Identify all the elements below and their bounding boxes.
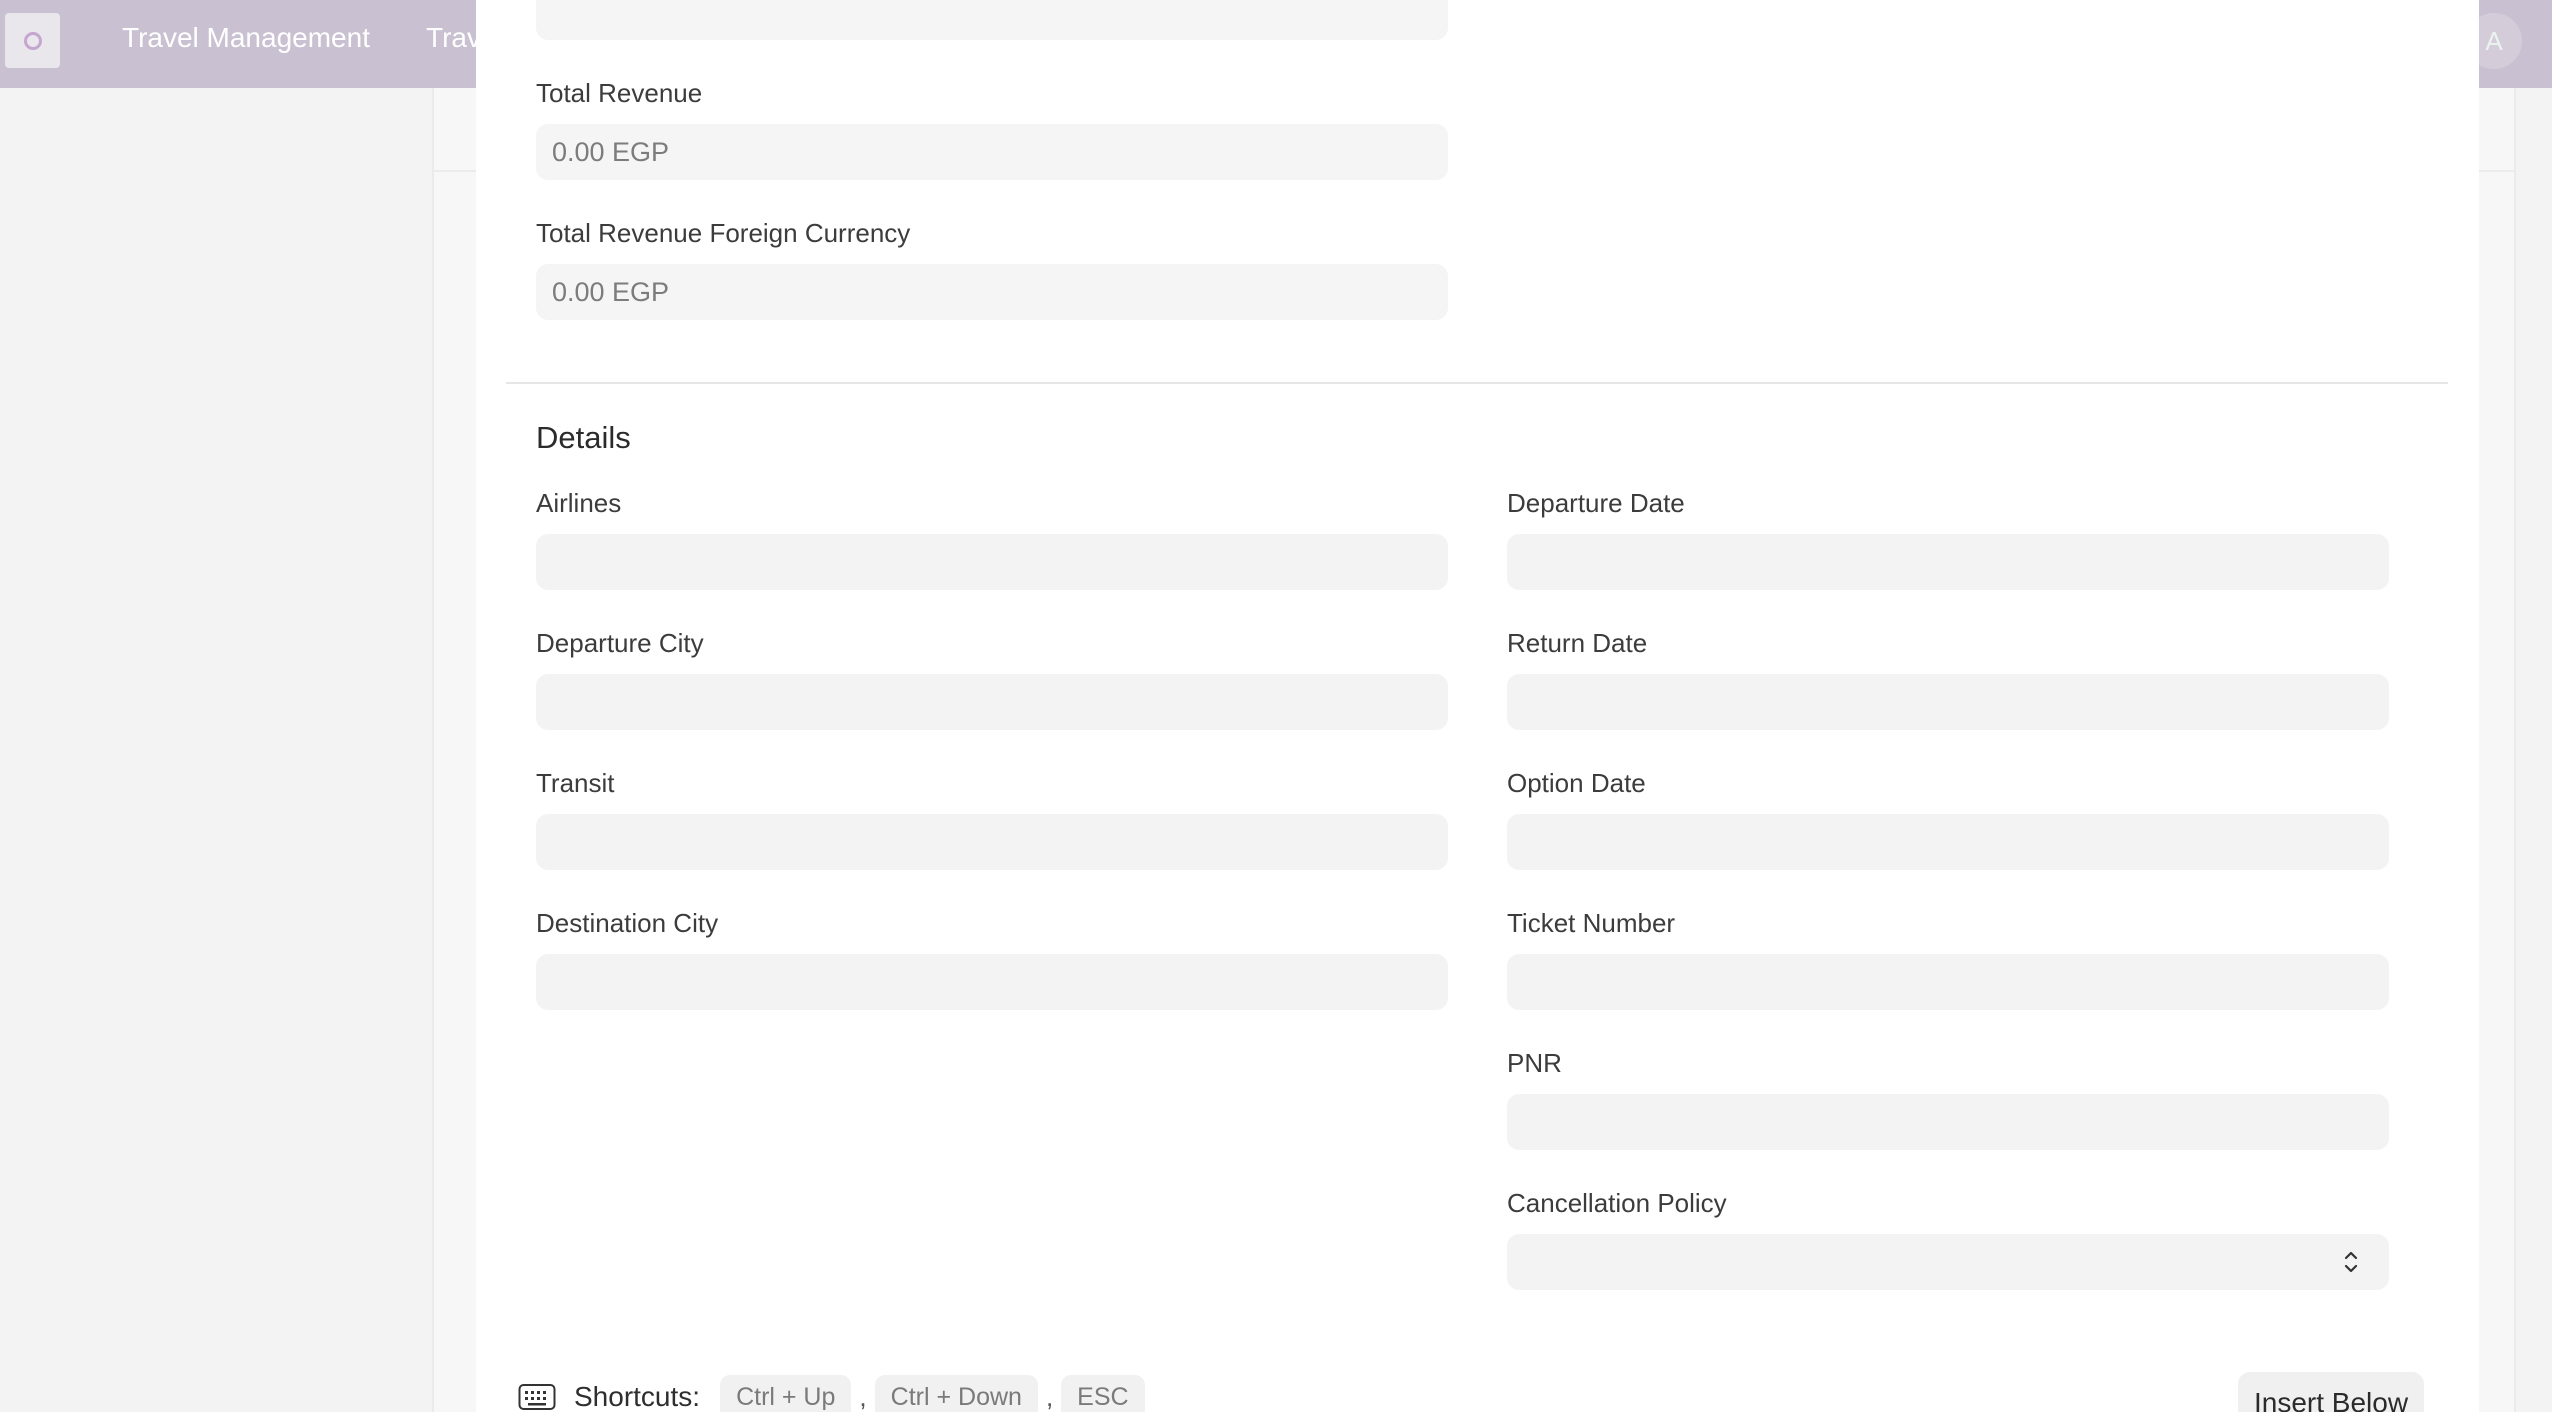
transit-label: Transit (536, 768, 615, 798)
airlines-input[interactable] (536, 534, 1448, 590)
section-divider (506, 382, 2448, 384)
nav-link-travel-management[interactable]: Travel Management (122, 22, 370, 54)
transit-input[interactable] (536, 814, 1448, 870)
total-revenue-foreign-label: Total Revenue Foreign Currency (536, 218, 911, 248)
select-arrows-icon (2344, 1251, 2358, 1273)
pnr-input[interactable] (1507, 1094, 2389, 1150)
shortcut-key-esc: ESC (1061, 1374, 1145, 1412)
airlines-label: Airlines (536, 488, 622, 518)
details-section-title: Details (536, 420, 631, 455)
return-date-label: Return Date (1507, 628, 1648, 658)
row-edit-modal: Total Revenue Total Revenue Foreign Curr… (476, 0, 2479, 1412)
app-logo[interactable] (5, 13, 60, 68)
total-revenue-label: Total Revenue (536, 78, 703, 108)
destination-city-label: Destination City (536, 908, 719, 938)
total-revenue-foreign-input[interactable] (536, 264, 1448, 320)
option-date-input[interactable] (1507, 814, 2389, 870)
total-revenue-input[interactable] (536, 124, 1448, 180)
shortcuts-label: Shortcuts: (574, 1381, 701, 1412)
departure-city-input[interactable] (536, 674, 1448, 730)
logo-mark (23, 31, 42, 50)
insert-below-button[interactable]: Insert Below (2238, 1372, 2425, 1412)
nav-link-travel[interactable]: Trav (426, 22, 481, 54)
shortcut-key-ctrl-down: Ctrl + Down (874, 1374, 1038, 1412)
scrolled-field-input[interactable] (536, 0, 1448, 40)
ticket-number-label: Ticket Number (1507, 908, 1676, 938)
keyboard-icon (518, 1384, 556, 1410)
cancellation-policy-select[interactable] (1507, 1234, 2389, 1290)
shortcut-separator: , (859, 1381, 867, 1412)
shortcut-separator: , (1045, 1381, 1054, 1412)
ticket-number-input[interactable] (1507, 954, 2389, 1010)
cancellation-policy-label: Cancellation Policy (1507, 1188, 1727, 1218)
departure-date-label: Departure Date (1507, 488, 1685, 518)
departure-city-label: Departure City (536, 628, 704, 658)
pnr-label: PNR (1507, 1048, 1562, 1078)
option-date-label: Option Date (1507, 768, 1646, 798)
shortcuts-bar: Shortcuts: Ctrl + Up , Ctrl + Down , ESC (518, 1372, 1151, 1412)
shortcut-key-ctrl-up: Ctrl + Up (720, 1374, 852, 1412)
departure-date-input[interactable] (1507, 534, 2389, 590)
destination-city-input[interactable] (536, 954, 1448, 1010)
return-date-input[interactable] (1507, 674, 2389, 730)
